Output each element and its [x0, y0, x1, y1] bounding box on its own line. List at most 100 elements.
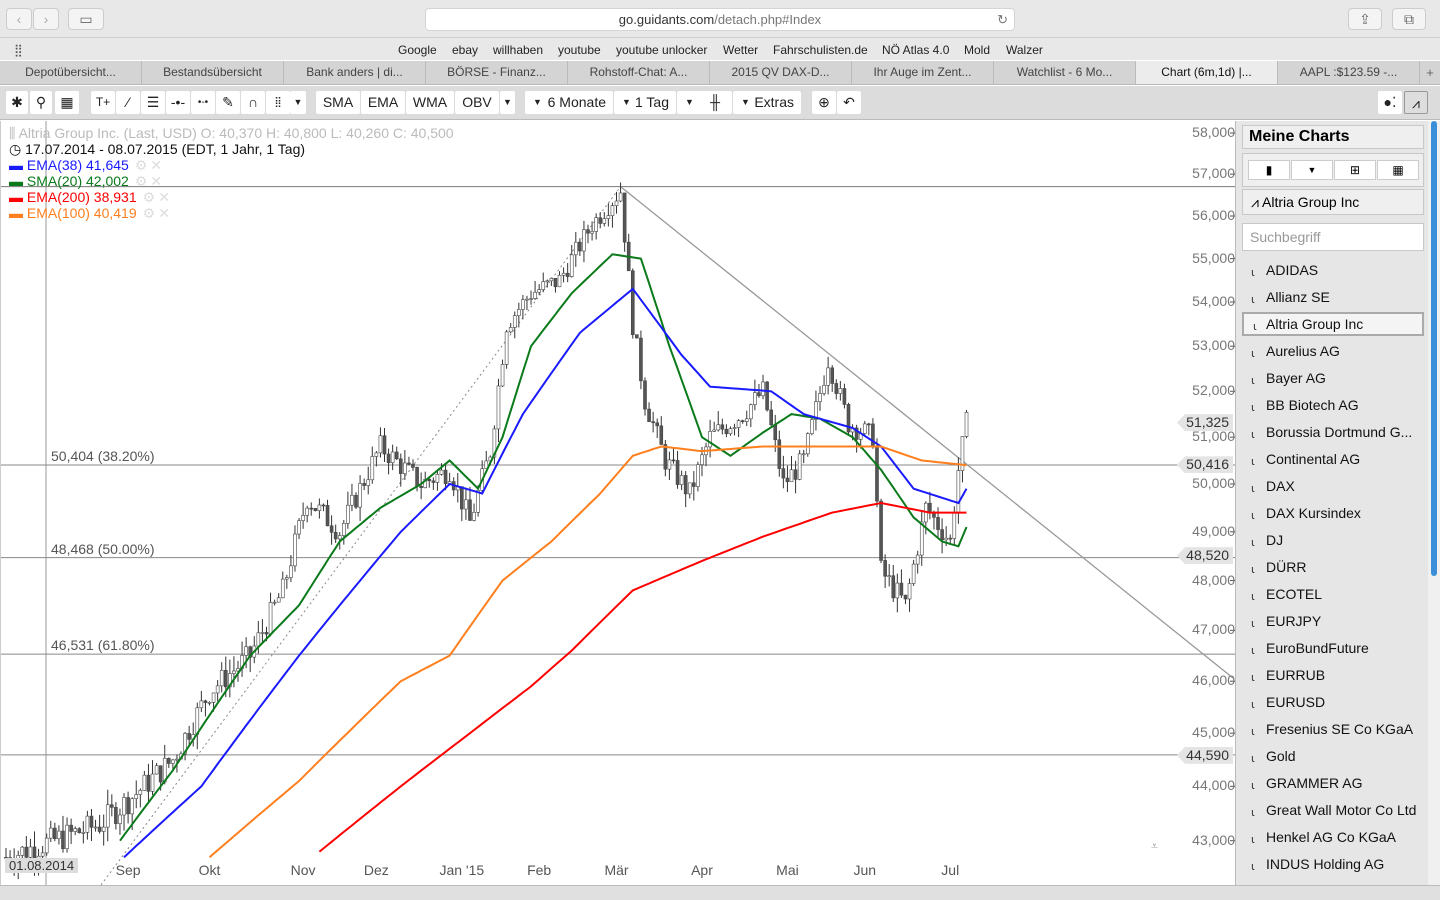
chart-list-item[interactable]: ⍳ ADIDAS — [1242, 258, 1424, 282]
indicator-legend[interactable]: ▬ EMA(38) 41,645 ⚙ ✕ — [9, 157, 162, 174]
chart-list-item[interactable]: ⍳ Bayer AG — [1242, 366, 1424, 390]
indicators-dropdown[interactable]: ▼ — [500, 91, 515, 114]
chart-list-item[interactable]: ⍳ DÜRR — [1242, 555, 1424, 579]
fibonacci-tool-icon[interactable]: ☰ — [141, 91, 165, 114]
chart-list-item[interactable]: ⍳ BB Biotech AG — [1242, 393, 1424, 417]
search-icon[interactable]: ⚲ — [30, 91, 52, 114]
browser-tab[interactable]: Chart (6m,1d) |... — [1136, 61, 1278, 84]
scrollbar[interactable] — [1428, 121, 1440, 885]
wma-button[interactable]: WMA — [406, 91, 454, 114]
apps-grid-icon[interactable]: ⣿ — [14, 43, 23, 57]
chart-list-item[interactable]: ⍳ Fresenius SE Co KGaA — [1242, 717, 1424, 741]
chart-list-item[interactable]: ⍳ Altria Group Inc — [1242, 312, 1424, 336]
chart-list-item[interactable]: ⍳ Great Wall Motor Co Ltd — [1242, 798, 1424, 822]
extras-select[interactable]: ▼ Extras — [733, 91, 801, 114]
chart-list-item[interactable]: ⍳ Henkel AG Co KGaA — [1242, 825, 1424, 849]
indicator-remove-icon[interactable]: ✕ — [150, 157, 162, 173]
current-chart[interactable]: ⩘ Altria Group Inc — [1242, 189, 1424, 215]
ema-button[interactable]: EMA — [361, 91, 405, 114]
back-button[interactable]: ‹ — [6, 8, 32, 30]
line-tool-icon[interactable]: ⁄ — [116, 91, 140, 114]
browser-tab[interactable]: 2015 QV DAX-D... — [710, 61, 852, 84]
indicator-legend[interactable]: ▬ EMA(100) 40,419 ⚙ ✕ — [9, 205, 170, 222]
indicator-settings-icon[interactable]: ⚙ — [135, 173, 148, 189]
chart-list-item[interactable]: ⍳ ECOTEL — [1242, 582, 1424, 606]
chart-list-item[interactable]: ⍳ Borussia Dortmund G... — [1242, 420, 1424, 444]
chart-list-item[interactable]: ⍳ Gold — [1242, 744, 1424, 768]
indicator-remove-icon[interactable]: ✕ — [150, 173, 162, 189]
bookmark[interactable]: Wetter — [723, 43, 758, 57]
browser-tab[interactable]: Watchlist - 6 Mo... — [994, 61, 1136, 84]
horizontal-line-icon[interactable]: -•- — [166, 91, 190, 114]
bookmark[interactable]: Google — [398, 43, 437, 57]
reload-icon[interactable]: ↻ — [997, 9, 1008, 31]
indicator-remove-icon[interactable]: ✕ — [158, 205, 170, 221]
chart-list-item[interactable]: ⍳ DAX Kursindex — [1242, 501, 1424, 525]
chart-list-item[interactable]: ⍳ DAX — [1242, 474, 1424, 498]
chart-list-item[interactable]: ⍳ INDUS Holding AG — [1242, 852, 1424, 876]
browser-tab[interactable]: Bestandsübersicht — [142, 61, 284, 84]
scroll-down-icon[interactable]: ⩡ — [1151, 839, 1158, 854]
bookmark[interactable]: willhaben — [493, 43, 543, 57]
bookmark[interactable]: youtube — [558, 43, 601, 57]
chevron-down-icon[interactable]: ▼ — [1291, 160, 1333, 180]
chart-list-item[interactable]: ⍳ EuroBundFuture — [1242, 636, 1424, 660]
share-icon[interactable]: ⇪ — [1348, 8, 1382, 30]
pencil-icon[interactable]: ✎ — [216, 91, 240, 114]
chart-list-item[interactable]: ⍳ Aurelius AG — [1242, 339, 1424, 363]
indicator-settings-icon[interactable]: ⚙ — [143, 205, 156, 221]
text-tool-icon[interactable]: T+ — [91, 91, 115, 114]
tabs-overview-icon[interactable]: ⧉ — [1392, 8, 1426, 30]
browser-tab[interactable]: AAPL :$123.59 -... — [1278, 61, 1420, 84]
chart-list-item[interactable]: ⍳ Allianz SE — [1242, 285, 1424, 309]
undo-icon[interactable]: ↶ — [837, 91, 861, 114]
settings-icon[interactable]: ✱ — [6, 91, 28, 114]
browser-tab[interactable]: Rohstoff-Chat: A... — [568, 61, 710, 84]
indicator-settings-icon[interactable]: ⚙ — [143, 189, 156, 205]
bookmark[interactable]: Mold — [964, 43, 990, 57]
chart-list-item[interactable]: ⍳ GRAMMER AG — [1242, 771, 1424, 795]
chart-list-item[interactable]: ⍳ Continental AG — [1242, 447, 1424, 471]
obv-button[interactable]: OBV — [455, 91, 499, 114]
interval-select[interactable]: ▼ 1 Tag — [614, 91, 676, 114]
pattern-tool-icon[interactable]: ⣿ — [266, 91, 290, 114]
save-icon[interactable]: ▮ — [1248, 160, 1290, 180]
new-tab-button[interactable]: + — [1420, 61, 1440, 84]
chart-list-item[interactable]: ⍳ EURJPY — [1242, 609, 1424, 633]
bookmark[interactable]: youtube unlocker — [616, 43, 707, 57]
grid-icon[interactable]: ▦ — [1377, 160, 1419, 180]
scrollbar-thumb[interactable] — [1431, 121, 1437, 576]
chart-list-item[interactable]: ⍳ DJ — [1242, 528, 1424, 552]
bookmark[interactable]: NÖ Atlas 4.0 — [882, 43, 949, 57]
compare-icon[interactable]: ●⁚ — [1378, 91, 1402, 114]
new-folder-icon[interactable]: ⊞ — [1334, 160, 1376, 180]
indicator-settings-icon[interactable]: ⚙ — [135, 157, 148, 173]
tools-dropdown[interactable]: ▼ — [290, 91, 306, 114]
price-chart[interactable]: ⫼ Altria Group Inc. (Last, USD) O: 40,37… — [0, 121, 1236, 885]
search-input[interactable]: Suchbegriff — [1242, 223, 1424, 251]
curve-tool-icon[interactable]: ∩ — [241, 91, 265, 114]
sma-button[interactable]: SMA — [316, 91, 360, 114]
bookmark[interactable]: Walzer — [1006, 43, 1043, 57]
range-tool-icon[interactable]: •-• — [191, 91, 215, 114]
indicator-remove-icon[interactable]: ✕ — [158, 189, 170, 205]
browser-tab[interactable]: BÖRSE - Finanz... — [426, 61, 568, 84]
forward-button[interactable]: › — [33, 8, 59, 30]
indicator-legend[interactable]: ▬ EMA(200) 38,931 ⚙ ✕ — [9, 189, 170, 206]
chart-list-item[interactable]: ⍳ EURUSD — [1242, 690, 1424, 714]
browser-tab[interactable]: Depotübersicht... — [0, 61, 142, 84]
bookmark[interactable]: ebay — [452, 43, 478, 57]
indicator-legend[interactable]: ▬ SMA(20) 42,002 ⚙ ✕ — [9, 173, 162, 190]
chart-panel-icon[interactable]: ⩘ — [1404, 91, 1428, 114]
browser-tab[interactable]: Bank anders | di... — [284, 61, 426, 84]
url-bar[interactable]: go.guidants.com/detach.php#Index ↻ — [425, 8, 1015, 31]
zoom-icon[interactable]: ⊕ — [812, 91, 836, 114]
trend-line[interactable] — [620, 186, 1234, 679]
browser-tab[interactable]: Ihr Auge im Zent... — [852, 61, 994, 84]
chart-type-select[interactable]: ▼ ╫ — [677, 91, 732, 114]
bookmark[interactable]: Fahrschulisten.de — [773, 43, 868, 57]
chart-list-item[interactable]: ⍳ EURRUB — [1242, 663, 1424, 687]
sidebar-toggle-icon[interactable]: ▭ — [68, 8, 104, 30]
layout-grid-icon[interactable]: ▦ — [55, 91, 79, 114]
trend-line-dotted[interactable] — [100, 186, 621, 885]
